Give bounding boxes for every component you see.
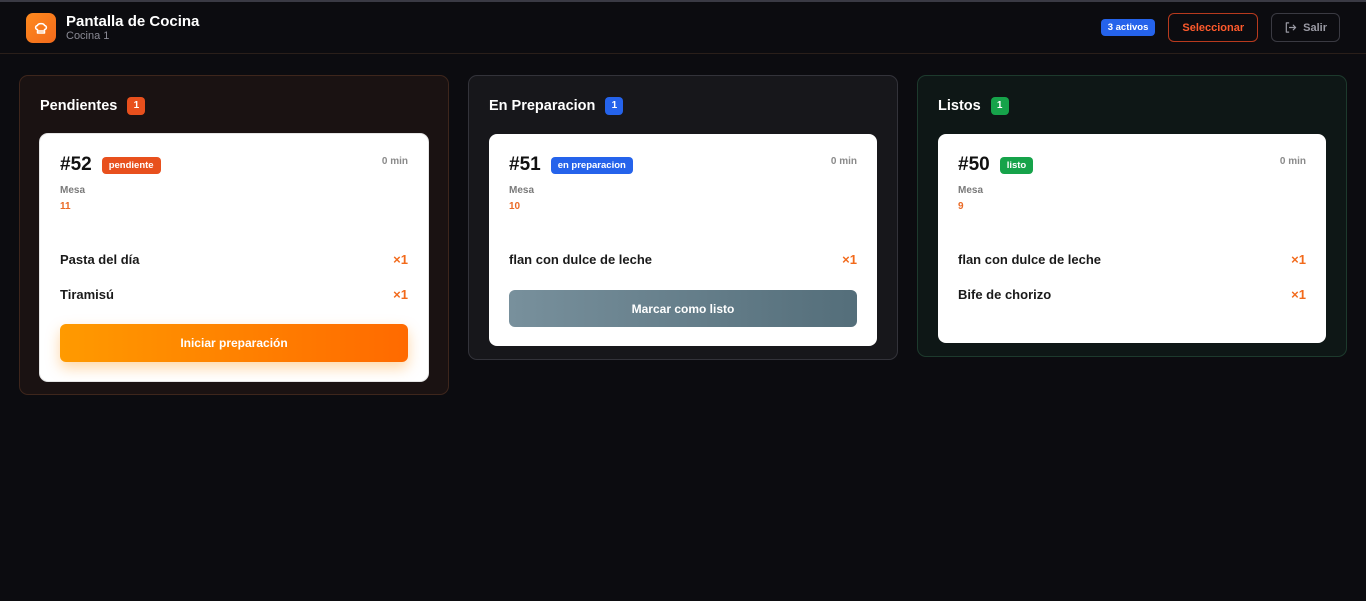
elapsed-time: 0 min: [1279, 156, 1306, 167]
column-header: Listos 1: [938, 76, 1326, 134]
item-quantity: ×1: [1291, 287, 1306, 302]
select-button[interactable]: Seleccionar: [1168, 13, 1259, 42]
chef-hat-icon: [26, 12, 56, 43]
column-header: En Preparacion 1: [489, 76, 877, 134]
item-quantity: ×1: [842, 252, 857, 267]
order-card: #51 en preparacion 0 min Mesa 10 flan co…: [489, 134, 877, 346]
column-title: Listos: [938, 97, 981, 114]
order-number: #51: [509, 154, 541, 175]
table-label: Mesa: [60, 185, 86, 196]
list-item: Bife de chorizo ×1: [958, 277, 1306, 312]
item-quantity: ×1: [1291, 252, 1306, 267]
exit-button[interactable]: Salir: [1271, 13, 1340, 42]
column-ready: Listos 1 #50 listo 0 min Mesa 9 flan con…: [917, 75, 1347, 357]
column-title: Pendientes: [40, 97, 118, 114]
table-label: Mesa: [958, 185, 984, 196]
column-count-badge: 1: [127, 96, 146, 115]
status-badge: en preparacion: [550, 156, 633, 174]
kitchen-board: Pendientes 1 #52 pendiente 0 min Mesa 11…: [0, 54, 1366, 594]
list-item: Pasta del día ×1: [60, 242, 408, 277]
table-number: 10: [509, 201, 521, 212]
logout-icon: [1285, 22, 1297, 33]
list-item: flan con dulce de leche ×1: [958, 242, 1306, 277]
app-title: Pantalla de Cocina: [66, 12, 200, 30]
brand: Pantalla de Cocina Cocina 1: [26, 12, 200, 43]
list-item: flan con dulce de leche ×1: [509, 242, 857, 277]
active-count-badge: 3 activos: [1100, 19, 1156, 36]
status-badge: pendiente: [101, 156, 161, 174]
mark-ready-button[interactable]: Marcar como listo: [509, 290, 857, 327]
table-label: Mesa: [509, 185, 535, 196]
list-item: Tiramisú ×1: [60, 277, 408, 312]
item-name: Pasta del día: [60, 252, 140, 267]
order-card: #50 listo 0 min Mesa 9 flan con dulce de…: [938, 134, 1326, 343]
item-name: flan con dulce de leche: [509, 252, 653, 267]
item-name: Tiramisú: [60, 287, 114, 302]
order-number: #52: [60, 154, 92, 175]
item-quantity: ×1: [393, 252, 408, 267]
elapsed-time: 0 min: [830, 156, 857, 167]
exit-label: Salir: [1303, 21, 1327, 34]
column-count-badge: 1: [605, 96, 624, 115]
item-quantity: ×1: [393, 287, 408, 302]
column-header: Pendientes 1: [40, 76, 428, 134]
app-header: Pantalla de Cocina Cocina 1 3 activos Se…: [0, 2, 1366, 54]
column-title: En Preparacion: [489, 97, 596, 114]
order-items: flan con dulce de leche ×1 Bife de chori…: [958, 242, 1306, 312]
item-name: Bife de chorizo: [958, 287, 1052, 302]
elapsed-time: 0 min: [381, 156, 408, 167]
start-preparation-button[interactable]: Iniciar preparación: [60, 324, 408, 362]
table-number: 9: [958, 201, 964, 212]
item-name: flan con dulce de leche: [958, 252, 1102, 267]
column-preparing: En Preparacion 1 #51 en preparacion 0 mi…: [468, 75, 898, 360]
order-items: Pasta del día ×1 Tiramisú ×1: [60, 242, 408, 312]
order-number: #50: [958, 154, 990, 175]
header-actions: 3 activos Seleccionar Salir: [1100, 13, 1340, 42]
column-count-badge: 1: [990, 96, 1009, 115]
column-pending: Pendientes 1 #52 pendiente 0 min Mesa 11…: [19, 75, 449, 395]
order-items: flan con dulce de leche ×1: [509, 242, 857, 277]
table-number: 11: [60, 201, 71, 212]
app-subtitle: Cocina 1: [66, 29, 110, 42]
order-card: #52 pendiente 0 min Mesa 11 Pasta del dí…: [40, 134, 428, 381]
status-badge: listo: [999, 156, 1034, 174]
